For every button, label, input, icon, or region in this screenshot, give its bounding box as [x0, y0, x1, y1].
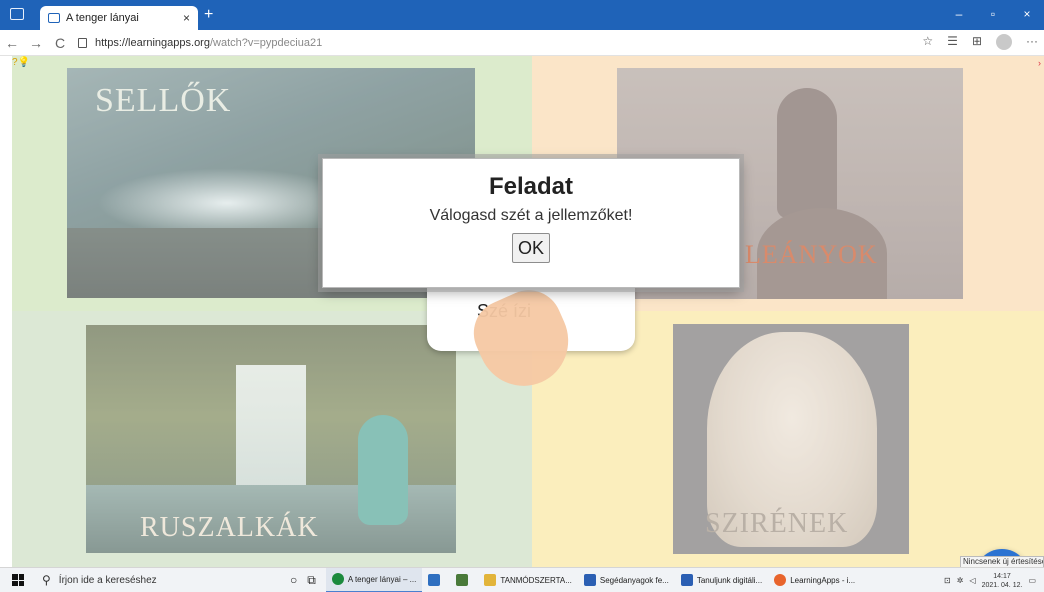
windows-taskbar: ⚲ Írjon ide a kereséshez ○ ⧉ A tenger lá…: [0, 567, 1044, 592]
collections-icon[interactable]: ⊞: [972, 34, 982, 50]
taskbar-app-label: TANMÓDSZERTA...: [500, 575, 572, 585]
minimize-button[interactable]: –: [942, 0, 976, 30]
maximize-button[interactable]: ▫: [976, 0, 1010, 30]
taskbar-app-label: Tanuljunk digitáli...: [696, 575, 763, 585]
clock-date: 2021. 04. 12.: [981, 581, 1023, 589]
dialog-title: Feladat: [488, 173, 574, 200]
category-label: LEÁNYOK: [745, 240, 878, 269]
search-icon: ⚲: [42, 573, 51, 587]
taskbar-app-word-1[interactable]: Segédanyagok fe...: [578, 568, 675, 592]
search-placeholder: Írjon ide a kereséshez: [58, 574, 157, 586]
new-tab-button[interactable]: +: [204, 6, 213, 24]
window-controls: – ▫ ×: [942, 0, 1044, 30]
tray-icon-network[interactable]: ⊡: [944, 576, 951, 585]
taskbar-app-label: LearningApps - i...: [790, 575, 856, 585]
taskbar-app-mail[interactable]: [422, 568, 450, 592]
category-label: RUSZALKÁK: [140, 512, 319, 543]
url-field[interactable]: https://learningapps.org/watch?v=pypdeci…: [78, 37, 322, 49]
task-dialog: Feladat Válogasd szét a jellemzőket! OK: [322, 158, 740, 288]
taskbar-app-folder[interactable]: TANMÓDSZERTA...: [478, 568, 578, 592]
forward-button[interactable]: →: [24, 35, 48, 51]
edge-icon: [331, 573, 344, 585]
task-view-icon[interactable]: ⧉: [307, 573, 316, 588]
refresh-button[interactable]: C: [48, 35, 72, 51]
taskbar-app-edge[interactable]: A tenger lányai – ...: [325, 567, 423, 592]
url-path: /watch?v=pypdeciua21: [209, 36, 323, 49]
mail-icon: [428, 574, 441, 586]
taskbar-app-firefox[interactable]: LearningApps - i...: [768, 568, 861, 592]
side-close-icon[interactable]: ›: [1038, 58, 1041, 68]
taskbar-app-label: A tenger lányai – ...: [347, 574, 417, 584]
start-button[interactable]: [12, 574, 24, 586]
address-bar: ← → C https://learningapps.org/watch?v=p…: [0, 30, 1044, 56]
screen: A tenger lányai × + – ▫ × ← → C https://…: [0, 0, 1044, 592]
word-icon: [583, 574, 596, 586]
tab-close-icon[interactable]: ×: [183, 11, 190, 25]
category-image-ruszalkak[interactable]: RUSZALKÁK: [86, 325, 456, 553]
clock-time: 14:17: [993, 572, 1011, 580]
app-content: SELLŐK LEÁNYOK RUSZALKÁK SZIRÉNEK Szé íz…: [0, 56, 1044, 567]
folder-icon: [484, 574, 497, 586]
taskbar-search[interactable]: ⚲ Írjon ide a kereséshez: [34, 568, 264, 592]
back-button[interactable]: ←: [0, 35, 24, 51]
lock-icon: [78, 37, 87, 48]
word-icon: [680, 574, 693, 586]
dialog-text: Válogasd szét a jellemzőket!: [429, 207, 633, 224]
url-host: https://learningapps.org: [95, 36, 210, 49]
close-window-button[interactable]: ×: [1010, 0, 1044, 30]
tray-icon-settings[interactable]: ✲: [957, 576, 964, 585]
help-lightbulb-icon[interactable]: ?💡: [12, 57, 30, 68]
more-icon[interactable]: ···: [1026, 34, 1038, 50]
taskbar-app-word-2[interactable]: Tanuljunk digitáli...: [675, 568, 768, 592]
category-label: SELLŐK: [95, 82, 232, 119]
tray-icon-volume[interactable]: ◁: [969, 576, 975, 585]
browser-tab[interactable]: A tenger lányai ×: [40, 6, 198, 30]
taskbar-app-label: Segédanyagok fe...: [599, 575, 669, 585]
category-label: SZIRÉNEK: [705, 508, 849, 539]
toolbar-right: ☆ ☰ ⊞ ···: [922, 34, 1038, 50]
tab-actions-icon[interactable]: [10, 8, 24, 20]
calculator-icon: [456, 574, 469, 586]
browser-titlebar: A tenger lányai × + – ▫ ×: [0, 0, 1044, 30]
system-tray: ⊡ ✲ ◁ 14:17 2021. 04. 12. ▭: [944, 568, 1044, 592]
taskbar-pinned: ○ ⧉: [290, 573, 316, 588]
ok-button[interactable]: OK: [512, 233, 550, 263]
taskbar-app-calculator[interactable]: [450, 568, 478, 592]
firefox-icon: [774, 574, 787, 586]
url-text: https://learningapps.org/watch?v=pypdeci…: [95, 37, 322, 49]
taskbar-clock[interactable]: 14:17 2021. 04. 12.: [982, 572, 1023, 590]
favorite-icon[interactable]: ☆: [922, 34, 933, 50]
profile-avatar[interactable]: [996, 34, 1012, 50]
cortana-icon[interactable]: ○: [290, 573, 297, 587]
favorites-list-icon[interactable]: ☰: [947, 34, 958, 50]
page-favicon-icon: [48, 13, 60, 23]
category-image-szirenek[interactable]: SZIRÉNEK: [673, 324, 909, 554]
notifications-icon[interactable]: ▭: [1028, 576, 1036, 585]
tab-title: A tenger lányai: [66, 12, 139, 24]
